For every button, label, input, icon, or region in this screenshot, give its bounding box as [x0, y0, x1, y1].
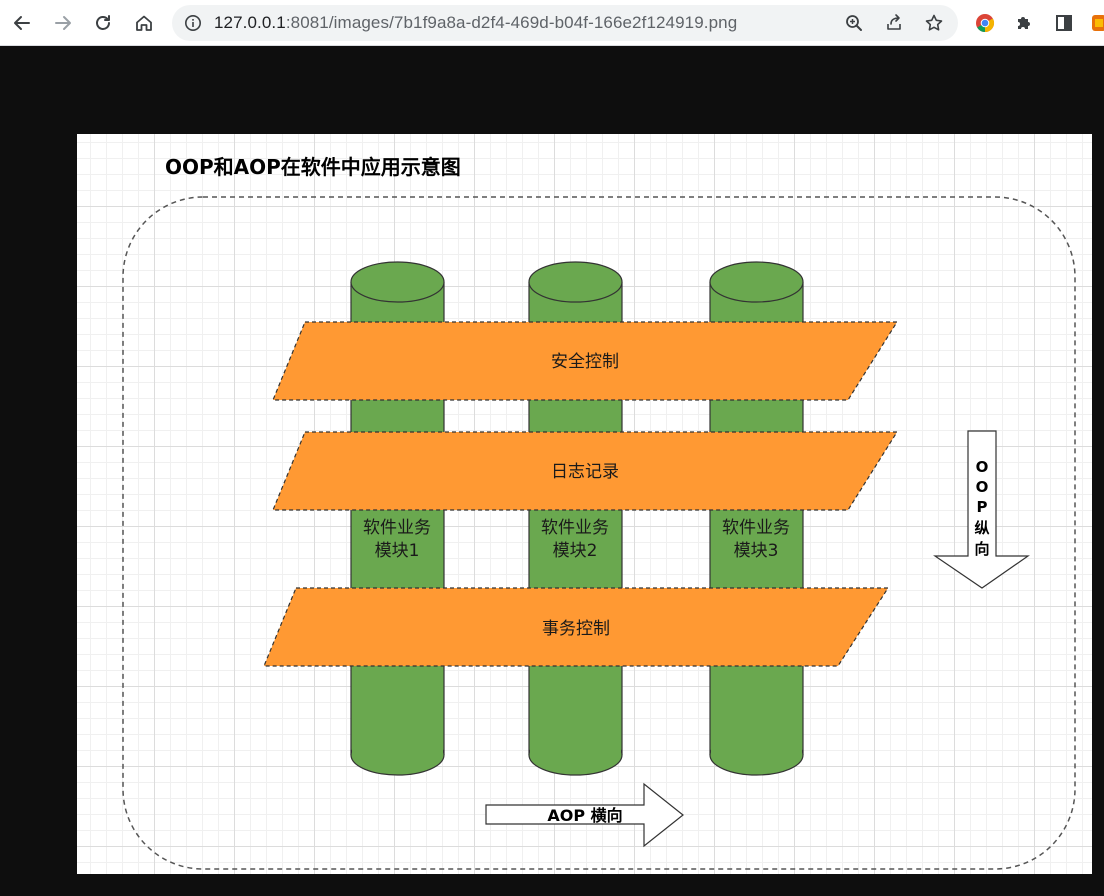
home-icon: [136, 15, 152, 31]
aop-arrow-label: AOP 横向: [547, 806, 622, 825]
zoom-button[interactable]: [840, 9, 868, 37]
module-1-label-line1: 软件业务: [363, 518, 431, 538]
side-panel-button[interactable]: [1048, 7, 1080, 39]
puzzle-icon: [1018, 17, 1030, 29]
reload-icon: [96, 15, 110, 30]
share-icon: [887, 14, 901, 30]
share-button[interactable]: [880, 9, 908, 37]
url-host: 127.0.0.1: [214, 13, 286, 32]
zoom-icon: [846, 15, 862, 31]
forward-button[interactable]: [47, 7, 79, 39]
chrome-logo-icon: [976, 14, 995, 33]
diagram-title: OOP和AOP在软件中应用示意图: [165, 155, 461, 179]
address-bar[interactable]: 127.0.0.1:8081/images/7b1f9a8a-d2f4-469d…: [172, 5, 958, 41]
oop-arrow-char-2: O: [976, 478, 989, 496]
logging-layer-label: 日志记录: [551, 462, 619, 482]
bookmark-button[interactable]: [920, 9, 948, 37]
oop-arrow-char-3: P: [977, 498, 988, 516]
reload-button[interactable]: [87, 7, 119, 39]
oop-aop-diagram: OOP和AOP在软件中应用示意图 软件业务 模块1 软件业务 模块2 软件业务 …: [122, 155, 1076, 870]
chrome-extension-button[interactable]: [969, 7, 1001, 39]
profile-avatar[interactable]: [1092, 13, 1104, 33]
browser-toolbar: 127.0.0.1:8081/images/7b1f9a8a-d2f4-469d…: [0, 0, 1104, 46]
arrow-left-icon: [14, 16, 30, 30]
url-text[interactable]: 127.0.0.1:8081/images/7b1f9a8a-d2f4-469d…: [214, 5, 737, 41]
module-3-label-line2: 模块3: [734, 541, 779, 561]
image-viewer: OOP和AOP在软件中应用示意图 软件业务 模块1 软件业务 模块2 软件业务 …: [77, 134, 1092, 874]
profile-icon: [1092, 15, 1104, 31]
security-layer-label: 安全控制: [551, 352, 619, 372]
oop-arrow-char-5: 向: [974, 540, 989, 558]
module-2-label-line1: 软件业务: [541, 518, 609, 538]
back-button[interactable]: [6, 7, 38, 39]
home-button[interactable]: [128, 7, 160, 39]
side-panel-icon: [1056, 15, 1072, 31]
arrow-right-icon: [55, 16, 71, 30]
extensions-button[interactable]: [1008, 7, 1040, 39]
module-1-label-line2: 模块1: [375, 541, 420, 561]
url-path: :8081/images/7b1f9a8a-d2f4-469d-b04f-166…: [285, 13, 738, 32]
module-2-label-line2: 模块2: [553, 541, 598, 561]
info-icon[interactable]: [184, 14, 202, 32]
transaction-layer-label: 事务控制: [542, 619, 610, 639]
star-icon: [925, 14, 943, 31]
oop-arrow-char-4: 纵: [974, 519, 989, 537]
oop-arrow-char-1: O: [976, 458, 989, 476]
module-3-label-line1: 软件业务: [722, 518, 790, 538]
